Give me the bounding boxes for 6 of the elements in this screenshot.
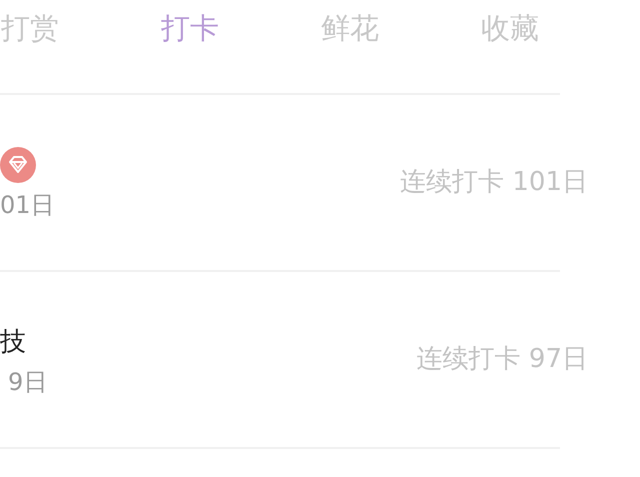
streak-text: 连续打卡 101日 xyxy=(400,166,588,199)
tab[interactable]: 打卡 xyxy=(110,0,270,56)
streak-text: 连续打卡 97日 xyxy=(416,343,588,376)
days-text: 9日 xyxy=(8,366,48,396)
days-text: 01日 xyxy=(0,190,55,220)
user-name: 技 xyxy=(0,326,26,356)
